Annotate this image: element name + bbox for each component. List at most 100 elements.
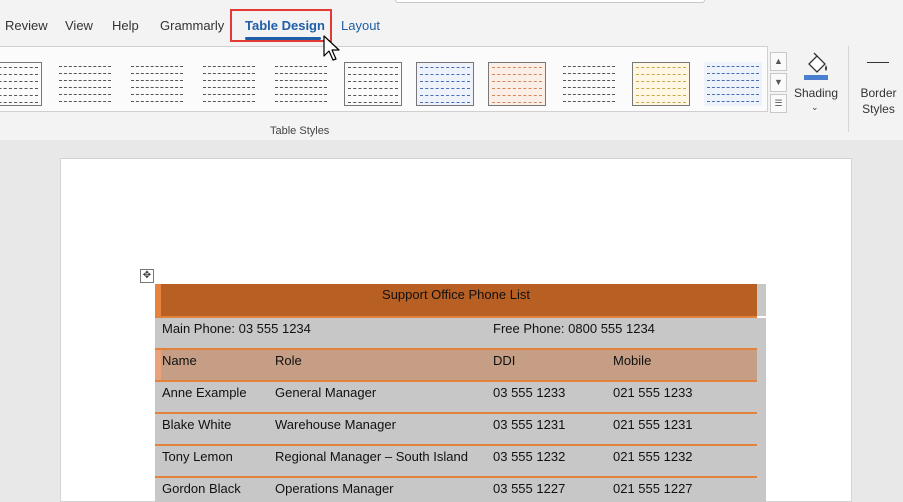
table-styles-group-label: Table Styles (270, 125, 330, 137)
border-styles-label-line2: Styles (862, 102, 895, 116)
cell-name[interactable]: Anne Example (162, 385, 247, 400)
cell-name[interactable]: Tony Lemon (162, 449, 233, 464)
style-preview-line (203, 73, 255, 74)
cell-mobile[interactable]: 021 555 1233 (613, 385, 693, 400)
tab-review[interactable]: Review (5, 18, 48, 33)
style-preview-line (492, 95, 542, 96)
style-preview-line (707, 94, 759, 95)
mouse-pointer-icon (323, 35, 340, 61)
phone-list-table[interactable]: Support Office Phone List Main Phone: 03… (155, 284, 766, 502)
row-shadow (757, 284, 766, 316)
style-preview-line (0, 74, 38, 75)
style-preview-line (707, 87, 759, 88)
style-preview-line (563, 94, 615, 95)
style-preview-line (563, 80, 615, 81)
border-styles-label-line1: Border (860, 86, 897, 100)
row-shadow (757, 446, 766, 478)
cell-role[interactable]: Operations Manager (275, 481, 394, 496)
table-style-plain-dashed[interactable] (200, 62, 258, 106)
table-style-yellow-grid[interactable] (632, 62, 690, 106)
chevron-down-icon: ⌄ (811, 102, 819, 112)
style-preview-line (131, 101, 183, 102)
cell-ddi[interactable]: 03 555 1232 (493, 449, 565, 464)
row-shadow (757, 318, 766, 350)
table-style-grid-table[interactable] (344, 62, 402, 106)
table-title-row: Support Office Phone List (155, 284, 766, 316)
style-preview-line (348, 67, 398, 68)
header-ddi[interactable]: DDI (493, 353, 515, 368)
style-preview-line (0, 81, 38, 82)
table-row: Tony Lemon Regional Manager – South Isla… (155, 444, 766, 478)
row-shadow (757, 414, 766, 446)
style-preview-line (131, 94, 183, 95)
tab-view[interactable]: View (65, 18, 93, 33)
table-row: Gordon Black Operations Manager 03 555 1… (155, 476, 766, 502)
cell-role[interactable]: General Manager (275, 385, 376, 400)
ribbon-table-design: ▲ ▼ ☰ Table Styles Shading ⌄ Border Styl… (0, 46, 903, 140)
gallery-scroll-up-button[interactable]: ▲ (770, 52, 787, 71)
table-style-plain-grid[interactable] (0, 62, 42, 106)
style-preview-line (563, 66, 615, 67)
table-style-blue-grid[interactable] (416, 62, 474, 106)
title-bar-search-edge (395, 0, 705, 3)
cell-ddi[interactable]: 03 555 1227 (493, 481, 565, 496)
gallery-scroll-down-button[interactable]: ▼ (770, 73, 787, 92)
cell-role[interactable]: Warehouse Manager (275, 417, 396, 432)
cell-mobile[interactable]: 021 555 1231 (613, 417, 693, 432)
style-preview-line (0, 102, 38, 103)
ribbon-tab-bar: Review View Help Grammarly Table Design … (0, 0, 903, 46)
table-style-header-lines[interactable] (128, 62, 186, 106)
style-preview-line (636, 81, 686, 82)
main-phone-cell[interactable]: Main Phone: 03 555 1234 (162, 321, 311, 336)
table-title[interactable]: Support Office Phone List (155, 287, 757, 302)
style-preview-line (563, 101, 615, 102)
style-preview-line (203, 66, 255, 67)
cell-role[interactable]: Regional Manager – South Island (275, 449, 468, 464)
style-preview-line (59, 80, 111, 81)
style-preview-line (275, 73, 327, 74)
style-preview-line (59, 101, 111, 102)
style-preview-line (348, 88, 398, 89)
style-preview-line (636, 74, 686, 75)
style-preview-line (59, 94, 111, 95)
cell-ddi[interactable]: 03 555 1233 (493, 385, 565, 400)
table-phone-row: Main Phone: 03 555 1234 Free Phone: 0800… (155, 316, 766, 350)
cell-mobile[interactable]: 021 555 1227 (613, 481, 693, 496)
cell-mobile[interactable]: 021 555 1232 (613, 449, 693, 464)
header-mobile[interactable]: Mobile (613, 353, 651, 368)
table-move-handle-icon[interactable]: ✥ (140, 269, 154, 283)
border-styles-button[interactable]: Border Styles (854, 50, 903, 120)
table-style-banded-lines[interactable] (560, 62, 618, 106)
cell-name[interactable]: Blake White (162, 417, 231, 432)
style-preview-line (275, 80, 327, 81)
header-name[interactable]: Name (162, 353, 197, 368)
free-phone-cell[interactable]: Free Phone: 0800 555 1234 (493, 321, 655, 336)
style-preview-line (203, 94, 255, 95)
tab-help[interactable]: Help (112, 18, 139, 33)
shading-label: Shading (793, 86, 839, 100)
style-preview-line (420, 67, 470, 68)
style-preview-line (59, 87, 111, 88)
style-preview-line (0, 88, 38, 89)
style-preview-line (131, 73, 183, 74)
table-style-dashed-lines[interactable] (56, 62, 114, 106)
style-preview-line (707, 73, 759, 74)
table-row: Blake White Warehouse Manager 03 555 123… (155, 412, 766, 446)
table-style-blue-lines[interactable] (704, 62, 762, 106)
cell-ddi[interactable]: 03 555 1231 (493, 417, 565, 432)
gallery-more-button[interactable]: ☰ (770, 94, 787, 113)
style-preview-line (636, 88, 686, 89)
style-preview-line (131, 66, 183, 67)
style-preview-line (492, 74, 542, 75)
shading-button[interactable]: Shading ⌄ (792, 50, 840, 120)
cell-name[interactable]: Gordon Black (162, 481, 241, 496)
table-style-header-dashed[interactable] (272, 62, 330, 106)
table-style-orange-grid[interactable] (488, 62, 546, 106)
style-preview-line (348, 74, 398, 75)
style-preview-line (275, 94, 327, 95)
tab-grammarly[interactable]: Grammarly (160, 18, 224, 33)
tab-layout[interactable]: Layout (341, 18, 380, 33)
style-preview-line (275, 66, 327, 67)
style-preview-line (348, 81, 398, 82)
header-role[interactable]: Role (275, 353, 302, 368)
